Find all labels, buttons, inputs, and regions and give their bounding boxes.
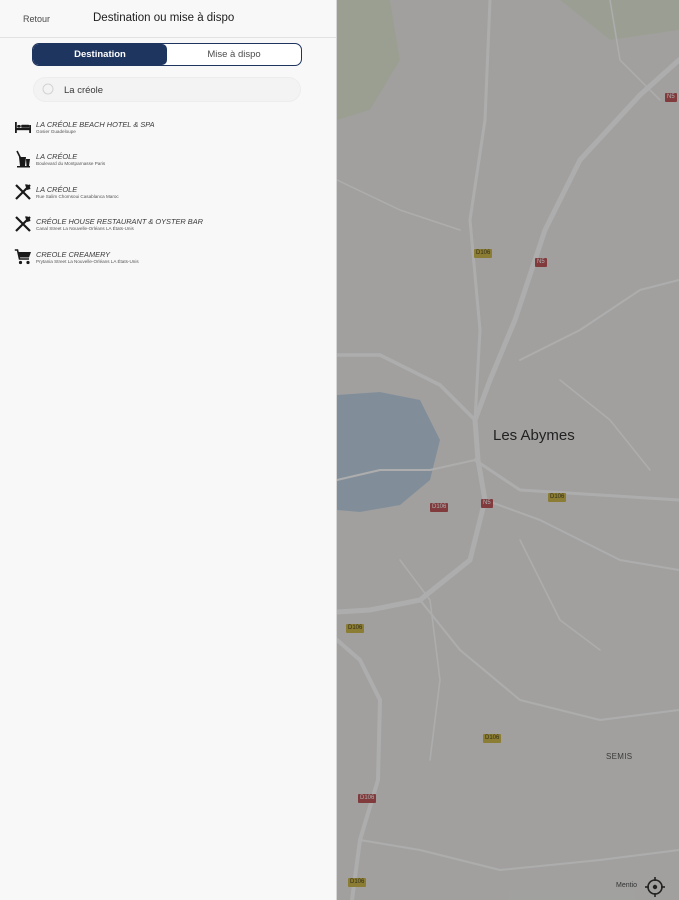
legal-label[interactable]: Mentio [616, 882, 637, 889]
place-label: SEMIS [606, 752, 633, 761]
result-item[interactable]: LA CRÉOLE Boulevard du Montparnasse Pari… [0, 149, 336, 181]
restaurant-cutlery-icon [15, 184, 31, 200]
search-input[interactable] [64, 82, 294, 98]
panel-header: Retour Destination ou mise à dispo [0, 0, 336, 38]
tab-destination[interactable]: Destination [33, 44, 167, 65]
page-title: Destination ou mise à dispo [93, 12, 235, 24]
result-address: Prytania Street La Nouvelle-Orléans LA É… [36, 258, 139, 264]
crosshair-icon [645, 877, 665, 897]
result-name: LA CRÉOLE [36, 184, 78, 194]
result-item[interactable]: CRÉOLE HOUSE RESTAURANT & OYSTER BAR Can… [0, 214, 336, 246]
back-button[interactable]: Retour [23, 14, 50, 24]
result-address: Boulevard du Montparnasse Paris [36, 161, 106, 167]
hotel-bed-icon [15, 122, 31, 133]
restaurant-cutlery-icon [15, 216, 31, 232]
search-icon [42, 83, 54, 95]
result-address: Canal Street La Nouvelle-Orléans LA État… [36, 226, 134, 232]
destination-panel: Retour Destination ou mise à dispo Desti… [0, 0, 337, 900]
result-item[interactable]: CREOLE CREAMERY Prytania Street La Nouve… [0, 247, 336, 279]
shopping-cart-icon [14, 248, 31, 264]
locate-button[interactable] [644, 876, 666, 898]
bar-drink-icon [16, 151, 30, 168]
result-item[interactable]: LA CRÉOLE BEACH HOTEL & SPA Gosier Guade… [0, 117, 336, 149]
results-list: LA CRÉOLE BEACH HOTEL & SPA Gosier Guade… [0, 117, 336, 279]
tab-mise-a-dispo[interactable]: Mise à dispo [167, 44, 301, 65]
city-label: Les Abymes [493, 427, 575, 444]
result-name: LA CRÉOLE BEACH HOTEL & SPA [36, 120, 155, 129]
result-address: Rue Salim Chomsoui Casablanca Maroc [36, 193, 119, 199]
result-name: LA CRÉOLE [36, 152, 78, 162]
result-address: Gosier Guadeloupe [36, 129, 76, 134]
result-name: CRÉOLE HOUSE RESTAURANT & OYSTER BAR [36, 217, 204, 227]
search-bar [33, 77, 301, 102]
result-name: CREOLE CREAMERY [36, 249, 111, 259]
segmented-control: Destination Mise à dispo [32, 43, 302, 66]
result-item[interactable]: LA CRÉOLE Rue Salim Chomsoui Casablanca … [0, 182, 336, 214]
